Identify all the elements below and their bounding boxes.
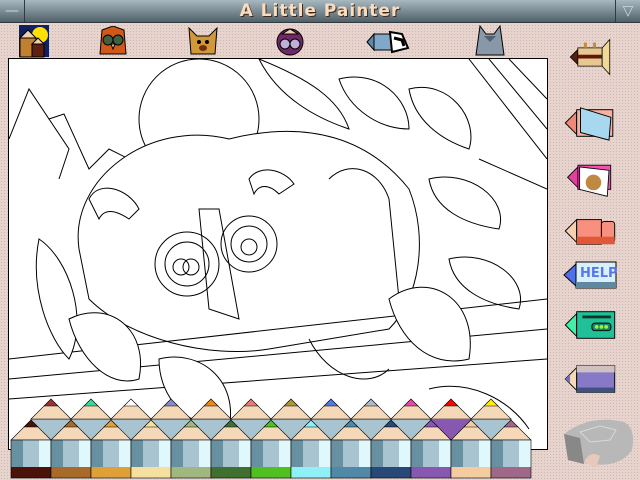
picture-lemur-icon[interactable] (274, 26, 306, 56)
music-trumpet-button[interactable] (562, 38, 618, 76)
picture-cat-icon[interactable] (472, 24, 508, 56)
lemur-line-art[interactable] (8, 58, 548, 449)
fill-stamp-button[interactable] (562, 160, 618, 198)
stop-hand-button[interactable] (562, 212, 618, 250)
color-palette[interactable] (0, 396, 556, 480)
picture-shoe-icon[interactable] (366, 30, 410, 54)
window-title: A Little Painter (239, 1, 401, 21)
sharpener-button[interactable] (560, 414, 636, 470)
picture-house-icon[interactable] (18, 24, 50, 58)
new-page-button[interactable] (562, 104, 618, 142)
current-color-pencil-button[interactable] (562, 360, 618, 398)
sound-player-button[interactable] (562, 306, 618, 344)
coloring-canvas[interactable] (8, 58, 548, 450)
picture-dog-icon[interactable] (187, 26, 219, 56)
picture-owl-icon[interactable] (98, 26, 128, 56)
help-label: HELP (580, 266, 618, 281)
title-bar: — A Little Painter ▽ (0, 0, 640, 23)
triangle-down-icon[interactable]: ▽ (615, 0, 640, 22)
help-button[interactable]: HELP (562, 256, 618, 294)
